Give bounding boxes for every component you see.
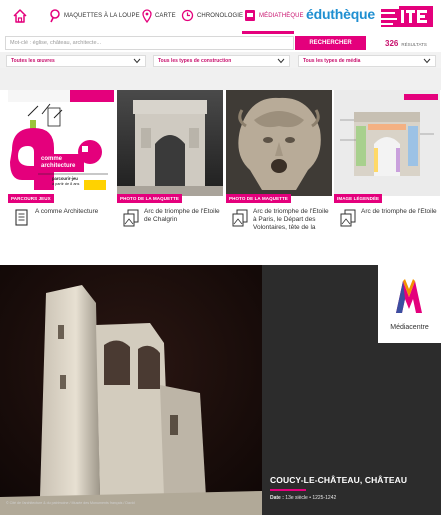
- mediacentre-label: Médiacentre: [390, 324, 429, 331]
- featured-title[interactable]: Coucy-le-Château, château: [270, 475, 407, 485]
- media-card[interactable]: Image légendée Arc de triomphe de l'Étoi…: [334, 90, 440, 242]
- photo-icon: [340, 209, 356, 227]
- thumb-line1: comme: [41, 156, 63, 162]
- card-thumbnail: [117, 90, 223, 196]
- nav-item-chronologie[interactable]: Chronologie: [181, 9, 243, 22]
- mediacentre-logo-icon: [396, 279, 422, 313]
- media-library-icon: [245, 10, 255, 21]
- content-band: [0, 68, 441, 90]
- nav-label: Carte: [155, 13, 176, 19]
- search-button[interactable]: Rechercher: [295, 36, 366, 50]
- mediacentre-widget[interactable]: Médiacentre: [378, 265, 441, 343]
- card-category-badge: Photo de la maquette: [226, 194, 292, 203]
- date-value: 13e siècle • 1225-1242: [285, 495, 337, 501]
- photo-icon: [123, 209, 139, 227]
- chevron-down-icon: [133, 58, 141, 64]
- nav-label: Chronologie: [197, 12, 244, 19]
- chevron-down-icon: [277, 58, 285, 64]
- featured-photo: [0, 265, 262, 515]
- card-thumbnail: [334, 90, 440, 196]
- card-title[interactable]: Arc de triomphe de l'Étoile à Paris, le …: [253, 208, 329, 242]
- photo-credit: © Cité de l'architecture & du patrimoine…: [6, 501, 135, 505]
- clock-icon: [181, 9, 194, 22]
- media-type-select[interactable]: Tous les types de média: [298, 55, 436, 67]
- date-label: Date :: [270, 495, 284, 501]
- nav-label: Maquettes à la loupe: [64, 13, 140, 19]
- nav-item-mediatheque[interactable]: Médiathèque: [244, 9, 304, 22]
- card-category-badge: Parcours jeux: [8, 194, 54, 203]
- card-title[interactable]: Arc de triomphe de l'Étoile: [361, 208, 437, 242]
- media-card[interactable]: Photo de la maquette Arc de triomphe de …: [226, 90, 332, 242]
- photo-icon: [232, 209, 248, 227]
- top-navigation: Maquettes à la loupe Carte Chronologie M…: [0, 0, 441, 34]
- nav-item-maquettes[interactable]: Maquettes à la loupe: [49, 9, 140, 23]
- nav-label: Médiathèque: [259, 12, 304, 19]
- media-card[interactable]: Photo de la maquette Arc de triomphe de …: [117, 90, 223, 242]
- media-grid: a comme architecture parcourir-jeu à par…: [0, 90, 441, 242]
- cite-logo[interactable]: [381, 6, 433, 27]
- thumb-small1: parcourir-jeu: [52, 176, 78, 181]
- card-category-badge: Image légendée: [334, 194, 383, 203]
- card-category-badge: Photo de la maquette: [117, 194, 183, 203]
- media-card[interactable]: a comme architecture parcourir-jeu à par…: [8, 90, 114, 242]
- magnifier-icon: [50, 9, 60, 23]
- filter-bar: Toutes les œuvres Tous les types de cons…: [0, 52, 441, 68]
- search-input[interactable]: [5, 36, 294, 50]
- card-title[interactable]: Arc de triomphe de l'Étoile de Chalgrin: [144, 208, 220, 242]
- select-value: Tous les types de construction: [158, 58, 232, 64]
- search-bar: Rechercher 326 résultats: [0, 34, 441, 52]
- title-underline: [270, 489, 306, 491]
- document-icon: [15, 209, 28, 226]
- construction-type-select[interactable]: Tous les types de construction: [153, 55, 290, 67]
- eduthèque-logo[interactable]: éduthèque: [306, 6, 375, 22]
- works-filter-select[interactable]: Toutes les œuvres: [6, 55, 146, 67]
- home-icon[interactable]: [11, 7, 29, 25]
- chevron-down-icon: [423, 58, 431, 64]
- select-value: Toutes les œuvres: [11, 58, 55, 64]
- card-title[interactable]: A comme Architecture: [35, 208, 111, 242]
- result-number: 326: [385, 39, 399, 48]
- nav-item-carte[interactable]: Carte: [142, 9, 176, 23]
- thumb-small2: à partir de 8 ans: [52, 182, 80, 186]
- featured-date: Date : 13e siècle • 1225-1242: [270, 495, 336, 501]
- thumb-line2: architecture: [41, 163, 76, 169]
- featured-media[interactable]: © Cité de l'architecture & du patrimoine…: [0, 265, 441, 515]
- result-count: 326 résultats: [385, 39, 427, 48]
- card-thumbnail-text: a comme architecture parcourir-jeu à par…: [8, 90, 114, 196]
- result-label: résultats: [401, 42, 427, 47]
- select-value: Tous les types de média: [303, 58, 361, 64]
- card-thumbnail: [226, 90, 332, 196]
- map-pin-icon: [142, 9, 152, 23]
